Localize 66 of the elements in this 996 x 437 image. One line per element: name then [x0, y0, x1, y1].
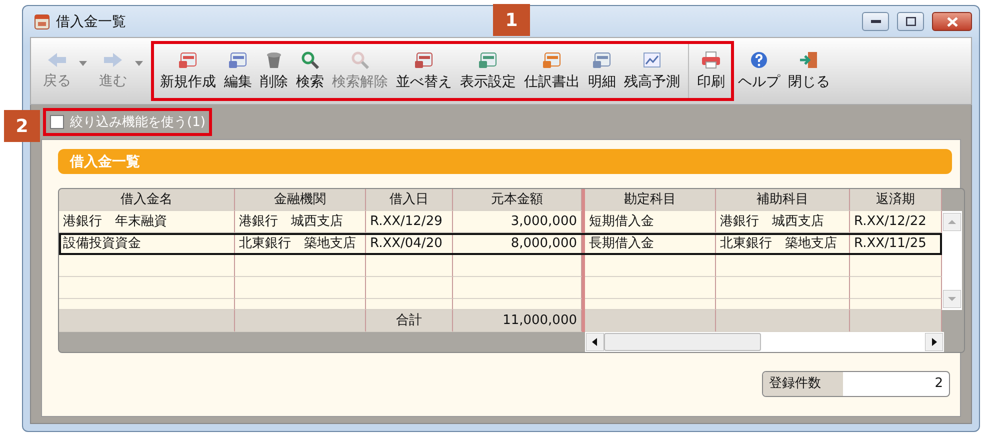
minimize-icon	[870, 20, 880, 24]
edit-icon	[228, 51, 248, 69]
scroll-up-icon[interactable]	[943, 213, 961, 231]
toolbar-button[interactable]: 編集	[220, 51, 256, 91]
toolbar-button[interactable]: 検索	[292, 51, 328, 91]
table-cell: R.XX/12/22	[850, 211, 942, 233]
total-label: 合計	[396, 313, 422, 328]
table-cell: 3,000,000	[453, 211, 582, 233]
horizontal-scrollbar[interactable]	[585, 332, 944, 352]
table-row[interactable]: 港銀行 年末融資 港銀行 城西支店 R.XX/12/29 3,000,000 短期借入金 港銀行 城西支店 R.XX/12/22	[59, 211, 942, 233]
window-title: 借入金一覧	[56, 12, 126, 30]
printer-icon	[701, 51, 721, 69]
scroll-down-icon[interactable]	[943, 290, 961, 308]
panel-title: 借入金一覧	[70, 152, 140, 170]
maximize-button[interactable]	[897, 12, 924, 31]
sort-icon	[414, 51, 434, 69]
help-icon	[750, 51, 768, 69]
total-amount: 11,000,000	[502, 313, 577, 328]
arrow-right-icon	[103, 52, 123, 68]
table-cell: 短期借入金	[585, 211, 716, 233]
vertical-scrollbar[interactable]	[942, 211, 962, 310]
table-cell: 港銀行 城西支店	[235, 211, 366, 233]
column-header[interactable]: 元本金額	[453, 189, 582, 211]
column-header[interactable]: 勘定科目	[585, 189, 716, 211]
caret-icon[interactable]	[79, 60, 87, 66]
caret-icon[interactable]	[135, 60, 143, 66]
arrow-left-icon	[47, 52, 67, 68]
column-header[interactable]: 金融機関	[235, 189, 366, 211]
display-settings-icon	[478, 51, 498, 69]
table-cell: 港銀行 年末融資	[59, 211, 235, 233]
column-header[interactable]: 返済期	[850, 189, 942, 211]
scroll-left-icon[interactable]	[586, 333, 604, 351]
scroll-right-icon[interactable]	[925, 333, 943, 351]
book-icon	[592, 51, 612, 69]
search-clear-icon	[350, 51, 370, 69]
search-icon	[300, 51, 320, 69]
calendar-icon	[34, 14, 50, 30]
toolbar-button[interactable]: 表示設定	[456, 51, 520, 91]
export-icon	[542, 51, 562, 69]
chart-icon	[642, 51, 662, 69]
maximize-icon	[906, 17, 916, 26]
toolbar-button[interactable]: 明細	[584, 51, 620, 91]
toolbar-button[interactable]: 残高予測	[620, 51, 684, 91]
column-header[interactable]: 借入日	[366, 189, 453, 211]
callout-badge: 2	[4, 110, 40, 142]
toolbar-button[interactable]: 並べ替え	[392, 51, 456, 91]
close-button[interactable]	[932, 12, 972, 31]
print-button[interactable]: 印刷	[693, 51, 729, 91]
trash-icon	[264, 51, 284, 69]
table-cell: 港銀行 城西支店	[716, 211, 850, 233]
column-header[interactable]: 借入金名	[59, 189, 235, 211]
count-label: 登録件数	[763, 372, 843, 396]
callout-badge: 1	[493, 4, 530, 36]
minimize-button[interactable]	[862, 12, 889, 31]
column-header[interactable]: 補助科目	[716, 189, 850, 211]
toolbar-button[interactable]: 新規作成	[156, 51, 220, 91]
table-row[interactable]: 設備投資資金 北東銀行 築地支店 R.XX/04/20 8,000,000 長期借入金 北東銀行 築地支店 R.XX/11/25	[59, 233, 942, 255]
count-value: 2	[934, 375, 944, 393]
help-button[interactable]: ヘルプ	[734, 51, 784, 91]
toolbar-button[interactable]: 仕訳書出	[520, 51, 584, 91]
table-cell: R.XX/12/29	[366, 211, 453, 233]
exit-door-icon	[799, 51, 819, 69]
close-window-button[interactable]: 閉じる	[784, 51, 834, 91]
toolbar-button[interactable]: 削除	[256, 51, 292, 91]
add-document-icon	[178, 51, 198, 69]
close-icon	[946, 16, 958, 26]
